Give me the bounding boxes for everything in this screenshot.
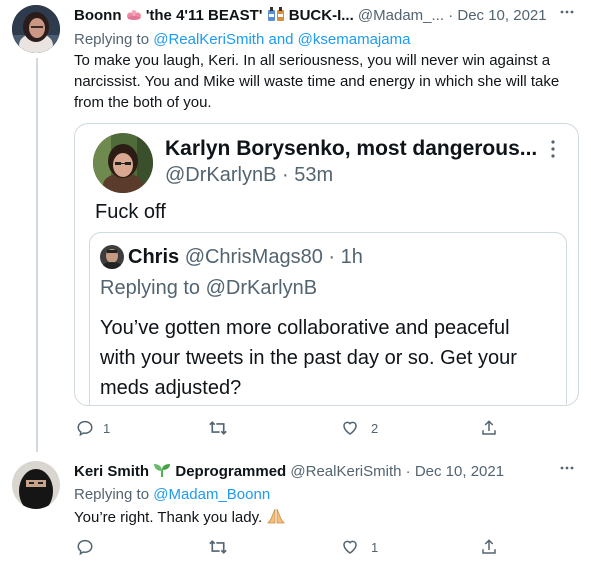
reply-button[interactable]: 1 (76, 419, 110, 437)
retweet-icon (209, 421, 227, 435)
quote-display-name[interactable]: Karlyn Borysenko, most dangerous... (165, 137, 537, 161)
seedling-emoji-icon (153, 463, 175, 480)
tweet2-retweet-button[interactable] (208, 538, 228, 556)
tweet2-more-horizontal-icon[interactable] (559, 460, 575, 481)
avatar-keri-smith[interactable] (12, 461, 60, 509)
lotus-flower-emoji-icon (126, 7, 146, 24)
tweet1-replying-prefix: Replying to (74, 31, 150, 48)
inner-quote-time[interactable]: 1h (341, 246, 363, 268)
like-button[interactable]: 2 (341, 419, 378, 437)
avatar-chris[interactable] (100, 245, 124, 269)
tweet2-text: You’re right. Thank you lady. (74, 509, 263, 526)
tweet2-like-button[interactable]: 1 (341, 538, 378, 556)
quote-time[interactable]: 53m (294, 164, 333, 186)
tweet2-name-suffix: Deprogrammed (175, 463, 287, 480)
quote-more-icon[interactable] (549, 138, 557, 165)
tweet1-display-name[interactable]: Boonn (74, 7, 121, 24)
share-button[interactable] (480, 419, 498, 437)
avatar-karlyn-image (93, 133, 153, 193)
tweet1-text: To make you laugh, Keri. In all seriousn… (74, 52, 560, 111)
tweet2-replying-link[interactable]: @Madam_Boonn (153, 486, 270, 503)
quote-text: Fuck off (95, 201, 166, 223)
tweet2-reply-button[interactable] (76, 538, 94, 556)
tweet2-display-name[interactable]: Keri Smith (74, 463, 149, 480)
inner-quoted-tweet-chris[interactable]: Chris @ChrisMags80 · 1h Replying to @DrK… (89, 232, 567, 405)
inner-quote-handle[interactable]: @ChrisMags80 (185, 246, 323, 268)
share-icon (482, 539, 496, 554)
inner-quote-text: You’ve gotten more collaborative and pea… (100, 317, 517, 399)
reply-count: 1 (103, 420, 111, 436)
avatar-chris-image (100, 245, 124, 269)
tweet1-header: Boonn 'the 4'11 BEAST' BUCK-I... @Madam_… (74, 6, 554, 26)
tweet2-text-line: You’re right. Thank you lady. (74, 507, 286, 528)
heart-icon (343, 421, 357, 435)
tweet2-header: Keri Smith Deprogrammed @RealKeriSmith ·… (74, 462, 554, 482)
tweet2-like-count: 1 (371, 539, 379, 555)
inner-quote-display-name[interactable]: Chris (128, 246, 179, 268)
quoted-tweet-karlyn[interactable]: Karlyn Borysenko, most dangerous... @DrK… (74, 123, 579, 406)
inner-quote-replying-link[interactable]: @DrKarlynB (206, 277, 317, 299)
tweet2-date[interactable]: Dec 10, 2021 (415, 463, 504, 480)
tweet1-replying-to: Replying to @RealKeriSmith and @ksemamaj… (74, 30, 410, 50)
tweet2-separator: · (405, 463, 411, 480)
inner-quote-separator: · (328, 246, 336, 268)
tweet2-replying-prefix: Replying to (74, 486, 150, 503)
tweet2-share-button[interactable] (480, 538, 498, 556)
tweet1-handle[interactable]: @Madam_... (358, 7, 444, 24)
quote-handle[interactable]: @DrKarlynB (165, 164, 276, 186)
retweet-icon (209, 540, 227, 554)
avatar-keri-image (12, 461, 60, 509)
more-horizontal-icon[interactable] (559, 4, 575, 25)
quote-handle-line: @DrKarlynB · 53m (165, 164, 333, 187)
tweet1-separator: · (448, 7, 454, 24)
inner-quote-replying-to: Replying to @DrKarlynB (100, 277, 317, 300)
share-icon (482, 420, 496, 435)
avatar-boonn-image (12, 5, 60, 53)
tweet2-handle[interactable]: @RealKeriSmith (290, 463, 401, 480)
avatar-boonn[interactable] (12, 5, 60, 53)
tweet1-replying-link[interactable]: @RealKeriSmith and @ksemamajama (153, 31, 410, 48)
tweet1-date[interactable]: Dec 10, 2021 (457, 7, 546, 24)
tweet1-name-suffix: 'the 4'11 BEAST' (145, 7, 263, 24)
inner-quote-replying-prefix: Replying to (100, 277, 201, 299)
heart-icon (343, 540, 357, 554)
like-count: 2 (371, 420, 379, 436)
inner-quote-header: Chris @ChrisMags80 · 1h (128, 246, 363, 269)
bottles-emoji-icon (267, 7, 289, 24)
retweet-button[interactable] (208, 419, 228, 437)
tweet2-replying-to: Replying to @Madam_Boonn (74, 485, 270, 505)
praying-hands-emoji-icon (266, 508, 286, 526)
avatar-karlyn[interactable] (93, 133, 153, 193)
quote-separator: · (282, 164, 289, 186)
reply-icon (77, 539, 93, 556)
tweet1-name-suffix2: BUCK-I... (288, 7, 354, 24)
thread-connector-line (36, 58, 38, 452)
reply-icon (77, 420, 93, 437)
